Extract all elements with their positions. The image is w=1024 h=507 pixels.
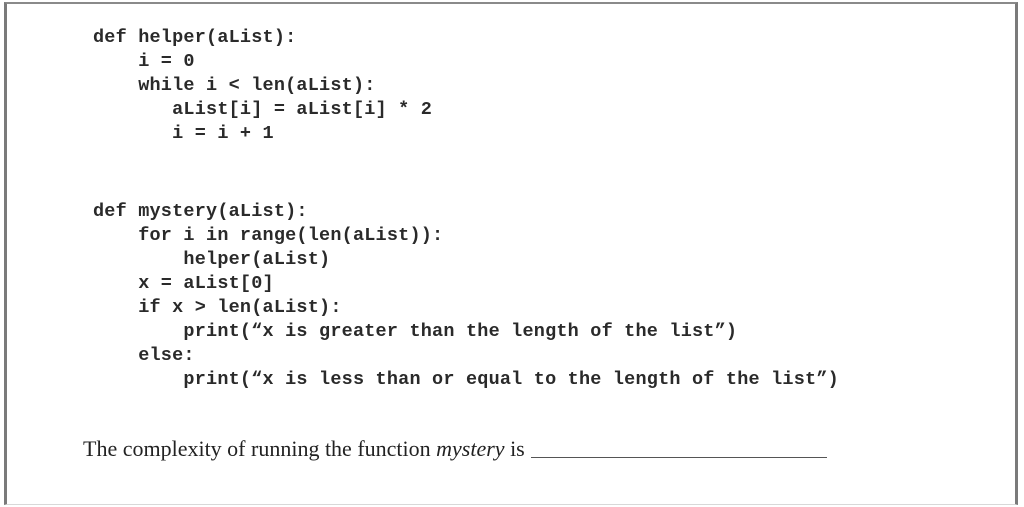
code-line: else: [93,345,195,366]
code-line: i = i + 1 [93,123,274,144]
code-line: def mystery(aList): [93,201,308,222]
code-helper-function: def helper(aList): i = 0 while i < len(a… [93,26,432,146]
code-line: for i in range(len(aList)): [93,225,444,246]
code-line: print(“x is less than or equal to the le… [93,369,839,390]
question-prefix: The complexity of running the function [83,436,437,461]
question-suffix: is [504,436,525,461]
question-prompt: The complexity of running the function m… [83,433,827,462]
code-line: print(“x is greater than the length of t… [93,321,738,342]
question-function-name: mystery [436,436,505,461]
question-box: def helper(aList): i = 0 while i < len(a… [4,2,1018,505]
code-line: while i < len(aList): [93,75,376,96]
code-line: if x > len(aList): [93,297,342,318]
answer-blank[interactable] [530,435,827,458]
code-line: i = 0 [93,51,195,72]
code-line: x = aList[0] [93,273,274,294]
code-mystery-function: def mystery(aList): for i in range(len(a… [93,200,839,392]
code-line: aList[i] = aList[i] * 2 [93,99,433,120]
code-line: helper(aList) [93,249,331,270]
code-line: def helper(aList): [93,27,297,48]
